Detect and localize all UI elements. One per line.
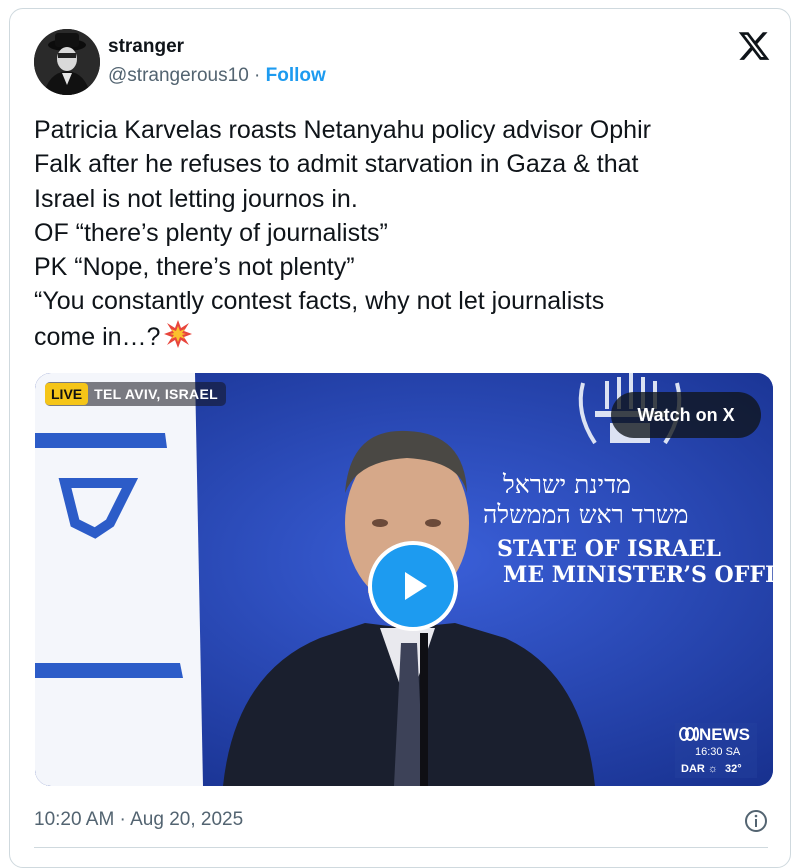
display-name[interactable]: stranger <box>108 36 184 58</box>
separator: · <box>248 65 266 86</box>
play-button[interactable] <box>368 541 458 631</box>
tweet-timestamp[interactable]: 10:20 AM · Aug 20, 2025 <box>34 809 243 831</box>
avatar[interactable] <box>34 29 100 95</box>
network-name-text: NEWS <box>699 725 750 744</box>
network-bug: NEWS 16:30 SA DAR ☼ 32° <box>675 723 757 778</box>
tweet-line: come in…? <box>34 322 161 351</box>
tweet-text: Patricia Karvelas roasts Netanyahu polic… <box>34 113 774 354</box>
backdrop-hebrew-line2: משרד ראש הממשלה <box>483 500 689 529</box>
collision-emoji-icon <box>163 319 193 349</box>
tweet-line: “You constantly contest facts, why not l… <box>34 287 605 316</box>
backdrop-english-line1: STATE OF ISRAEL <box>497 536 721 562</box>
live-badge: LIVE TEL AVIV, ISRAEL <box>45 382 226 406</box>
x-logo-icon[interactable] <box>737 29 771 63</box>
weather-location: DAR <box>681 763 705 775</box>
backdrop-english-line2: ME MINISTER’S OFFICE <box>503 562 773 588</box>
tweet-line: Israel is not letting journos in. <box>34 184 358 213</box>
live-label: LIVE <box>45 383 89 405</box>
tweet-line: Falk after he refuses to admit starvatio… <box>34 150 639 179</box>
tweet-card: stranger @strangerous10 · Follow Patrici… <box>9 8 791 868</box>
abc-logo-icon <box>679 727 699 741</box>
play-icon <box>405 572 427 600</box>
handle-row: @strangerous10 · Follow <box>108 65 326 87</box>
watch-on-x-button[interactable]: Watch on X <box>611 392 761 438</box>
tweet-line: Patricia Karvelas roasts Netanyahu polic… <box>34 116 651 144</box>
user-handle[interactable]: @strangerous10 <box>108 65 249 86</box>
network-time: 16:30 SA <box>695 746 741 758</box>
tweet-line: OF “there’s plenty of journalists” <box>34 218 388 247</box>
video-player[interactable]: LIVE TEL AVIV, ISRAEL Watch on X מדינת י… <box>35 373 773 786</box>
tweet-line-last: come in…? <box>34 319 774 354</box>
temperature: 32° <box>725 763 742 775</box>
network-name: NEWS <box>679 725 750 745</box>
backdrop-hebrew-line1: מדינת ישראל <box>503 470 631 499</box>
weather-label: DAR ☼ <box>681 763 718 775</box>
sun-icon: ☼ <box>707 763 718 775</box>
info-icon[interactable] <box>744 809 768 833</box>
location-label: TEL AVIV, ISRAEL <box>94 386 218 402</box>
divider <box>34 847 768 848</box>
follow-button[interactable]: Follow <box>266 65 326 86</box>
tweet-line: PK “Nope, there’s not plenty” <box>34 253 355 282</box>
